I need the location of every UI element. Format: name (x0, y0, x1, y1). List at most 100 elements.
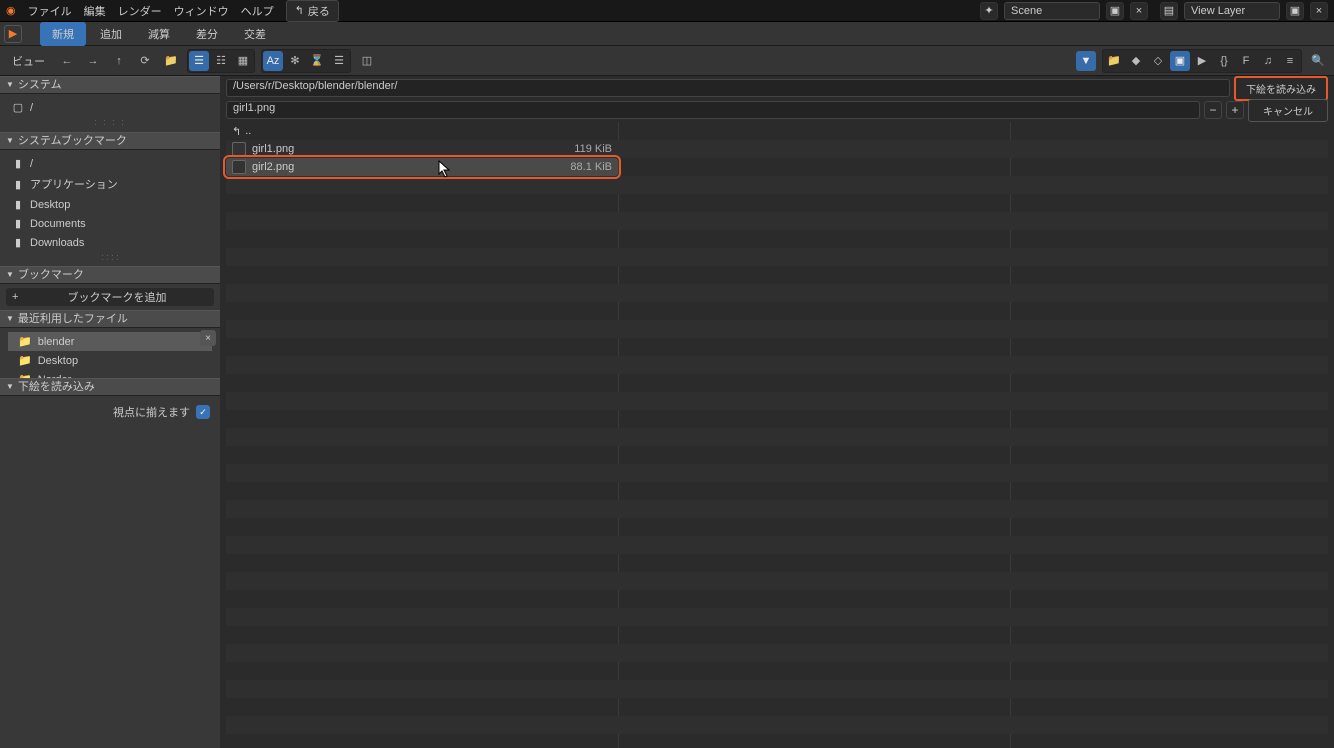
bookmark-icon: ▮ (12, 236, 24, 249)
menu-edit[interactable]: 編集 (84, 3, 106, 19)
panel-sysbookmarks-header[interactable]: システムブックマーク (0, 132, 220, 150)
sysbookmark-item[interactable]: ▮/ (8, 154, 212, 173)
sysbookmark-item[interactable]: ▮Documents (8, 214, 212, 233)
menu-file[interactable]: ファイル (28, 3, 72, 19)
file-size: 88.1 KiB (570, 161, 612, 173)
filter-blend-icon[interactable]: ◆ (1126, 51, 1146, 71)
panel-options-header[interactable]: 下絵を読み込み (0, 378, 220, 396)
filename-input[interactable]: girl1.png (226, 101, 1200, 119)
sysbookmark-item[interactable]: ▮Desktop (8, 195, 212, 214)
filter-script-icon[interactable]: {} (1214, 51, 1234, 71)
scene-browse-icon[interactable]: ▣ (1106, 2, 1124, 20)
back-icon: ↰ (295, 4, 304, 17)
view-thumb-icon[interactable]: ▦ (233, 51, 253, 71)
file-browser: /Users/r/Desktop/blender/blender/ 下絵を読み込… (220, 76, 1334, 748)
increment-button[interactable]: + (1226, 101, 1244, 119)
scene-icon[interactable]: ✦ (980, 2, 998, 20)
filter-font-icon[interactable]: F (1236, 51, 1256, 71)
system-root[interactable]: ▢/ (8, 98, 212, 117)
bookmark-icon: ▮ (12, 217, 24, 230)
bookmark-icon: ▮ (12, 198, 24, 211)
view-mode-group: ☰ ☷ ▦ (187, 49, 255, 73)
add-bookmark-button[interactable]: + ブックマークを追加 (6, 288, 214, 306)
view-list-icon[interactable]: ☰ (189, 51, 209, 71)
plus-icon: + (12, 291, 26, 303)
tab-intersect[interactable]: 交差 (232, 22, 278, 46)
panel-bookmarks-header[interactable]: ブックマーク (0, 266, 220, 284)
layer-close-icon[interactable]: × (1310, 2, 1328, 20)
recent-label: Norder (38, 374, 72, 379)
image-file-icon (232, 142, 246, 156)
layer-browse-icon[interactable]: ▣ (1286, 2, 1304, 20)
view-menu[interactable]: ビュー (6, 53, 51, 69)
layer-field[interactable]: View Layer (1184, 2, 1280, 20)
sysbookmark-item[interactable]: ▮ アプリケーション (8, 173, 212, 195)
tab-diff[interactable]: 差分 (184, 22, 230, 46)
new-folder-icon[interactable]: 📁 (161, 51, 181, 71)
display-opts-icon[interactable]: ◫ (357, 51, 377, 71)
sort-group: Aᴢ ✻ ⌛ ☰ (261, 49, 351, 73)
file-list[interactable]: document.write(Array.from({length:34},(_… (226, 122, 1328, 748)
align-option-label: 視点に揃えます (113, 404, 190, 420)
file-row[interactable]: girl1.png 119 KiB (226, 140, 618, 158)
nav-forward-icon[interactable]: → (83, 51, 103, 71)
filter-types: 📁 ◆ ◇ ▣ ▶ {} F ♫ ≡ (1102, 49, 1302, 73)
menu-window[interactable]: ウィンドウ (174, 3, 229, 19)
filter-backup-icon[interactable]: ◇ (1148, 51, 1168, 71)
sort-time-icon[interactable]: ⌛ (307, 51, 327, 71)
back-button[interactable]: ↰ 戻る (286, 0, 339, 22)
view-detail-icon[interactable]: ☷ (211, 51, 231, 71)
parent-dir-row[interactable]: ↰ .. (226, 122, 1328, 140)
sysbookmark-label: アプリケーション (30, 176, 118, 192)
play-icon[interactable]: ▶ (4, 25, 22, 43)
filter-image-icon[interactable]: ▣ (1170, 51, 1190, 71)
scene-close-icon[interactable]: × (1130, 2, 1148, 20)
parent-dir-label: .. (245, 125, 251, 137)
filter-sound-icon[interactable]: ♫ (1258, 51, 1278, 71)
filter-folder-icon[interactable]: 📁 (1104, 51, 1124, 71)
panel-recent-header[interactable]: 最近利用したファイル (0, 310, 220, 328)
workspace-tabs: ▶ 新規 追加 減算 差分 交差 (0, 22, 1334, 46)
tab-add[interactable]: 追加 (88, 22, 134, 46)
panel-system-header[interactable]: システム (0, 76, 220, 94)
file-name: girl1.png (252, 143, 568, 155)
nav-refresh-icon[interactable]: ⟳ (135, 51, 155, 71)
scene-field[interactable]: Scene (1004, 2, 1100, 20)
folder-icon: 📁 (18, 373, 32, 378)
menu-help[interactable]: ヘルプ (241, 3, 274, 19)
recent-item[interactable]: 📁 Norder (8, 370, 212, 378)
file-toolbar: ビュー ← → ↑ ⟳ 📁 ☰ ☷ ▦ Aᴢ ✻ ⌛ ☰ ◫ ▼ 📁 ◆ ◇ ▣… (0, 46, 1334, 76)
tab-new[interactable]: 新規 (40, 22, 86, 46)
decrement-button[interactable]: − (1204, 101, 1222, 119)
file-name: girl2.png (252, 161, 564, 173)
cancel-button[interactable]: キャンセル (1248, 99, 1328, 122)
recent-label: blender (38, 336, 75, 348)
filter-text-icon[interactable]: ≡ (1280, 51, 1300, 71)
up-arrow-icon: ↰ (232, 125, 241, 138)
tab-subtract[interactable]: 減算 (136, 22, 182, 46)
path-input[interactable]: /Users/r/Desktop/blender/blender/ (226, 79, 1230, 97)
filter-toggle-icon[interactable]: ▼ (1076, 51, 1096, 71)
folder-icon: 📁 (18, 335, 32, 348)
nav-up-icon[interactable]: ↑ (109, 51, 129, 71)
bookmark-icon: ▮ (12, 178, 24, 191)
sort-ext-icon[interactable]: ✻ (285, 51, 305, 71)
system-root-label: / (30, 102, 33, 114)
add-bookmark-label: ブックマークを追加 (26, 289, 208, 305)
confirm-button[interactable]: 下絵を読み込み (1234, 76, 1328, 101)
recent-item[interactable]: 📁Desktop (8, 351, 212, 370)
nav-back-icon[interactable]: ← (57, 51, 77, 71)
layer-icon[interactable]: ▤ (1160, 2, 1178, 20)
filter-movie-icon[interactable]: ▶ (1192, 51, 1212, 71)
sort-alpha-icon[interactable]: Aᴢ (263, 51, 283, 71)
menu-render[interactable]: レンダー (118, 3, 162, 19)
file-sidebar: システム ▢/ : : : : システムブックマーク ▮/ ▮アプリケーション … (0, 76, 220, 748)
clear-recent-button[interactable]: × (200, 330, 216, 346)
recent-item[interactable]: 📁 blender (8, 332, 212, 351)
align-checkbox[interactable]: ✓ (196, 405, 210, 419)
sysbookmark-item[interactable]: ▮Downloads (8, 233, 212, 252)
search-icon[interactable]: 🔍 (1308, 51, 1328, 71)
file-row[interactable]: girl2.png 88.1 KiB (226, 158, 618, 176)
sort-size-icon[interactable]: ☰ (329, 51, 349, 71)
image-file-icon (232, 160, 246, 174)
